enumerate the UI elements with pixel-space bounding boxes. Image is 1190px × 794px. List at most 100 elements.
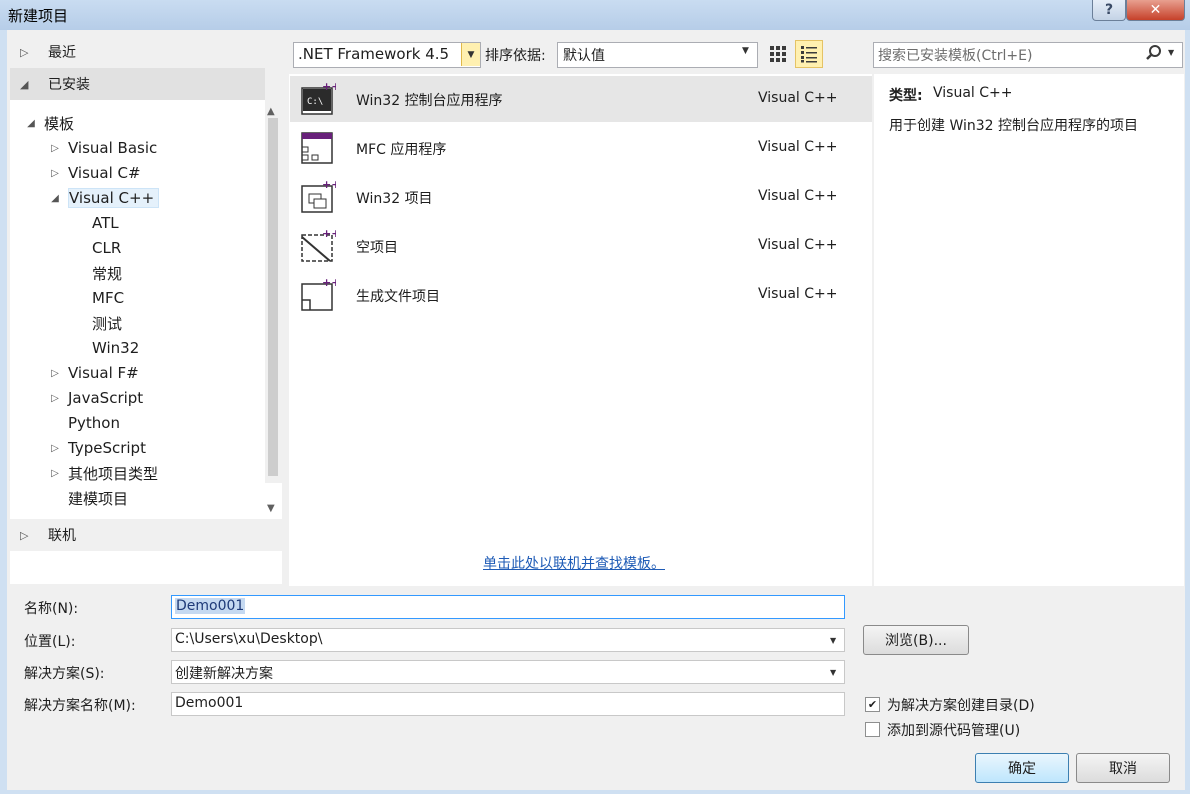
tree-node-label: 模板 bbox=[44, 114, 75, 133]
type-value: Visual C++ bbox=[933, 85, 1013, 101]
add-source-control-label: 添加到源代码管理(U) bbox=[887, 723, 1021, 739]
tree-node-label: TypeScript bbox=[68, 439, 146, 457]
tree-node-modeling-projects[interactable]: 建模项目 bbox=[68, 486, 128, 510]
solution-name-label: 解决方案名称(M): bbox=[24, 698, 136, 714]
list-view-icon bbox=[801, 46, 817, 63]
template-item[interactable]: ++ 生成文件项目 Visual C++ bbox=[290, 272, 872, 318]
create-directory-label: 为解决方案创建目录(D) bbox=[887, 698, 1035, 714]
title-bar bbox=[0, 0, 1190, 30]
search-options-arrow-icon[interactable]: ▼ bbox=[1168, 48, 1174, 57]
details-view-button[interactable] bbox=[795, 40, 823, 68]
window-title: 新建项目 bbox=[8, 7, 69, 25]
expand-arrow-icon: ▷ bbox=[51, 367, 59, 379]
ok-button[interactable]: 确定 bbox=[975, 753, 1069, 783]
name-label: 名称(N): bbox=[24, 601, 79, 617]
tree-node-other-project-types[interactable]: ▷ 其他项目类型 bbox=[48, 461, 158, 485]
solution-name-field[interactable] bbox=[171, 692, 845, 716]
name-value: Demo001 bbox=[175, 598, 246, 614]
expand-arrow-icon: ▷ bbox=[51, 467, 59, 479]
tree-node-general[interactable]: 常规 bbox=[92, 261, 122, 285]
template-language: Visual C++ bbox=[758, 188, 838, 204]
tree-node-label: 测试 bbox=[92, 314, 123, 333]
tree-node-label: Visual C++ bbox=[68, 188, 160, 208]
dropdown-arrow-icon[interactable]: ▼ bbox=[830, 668, 836, 677]
location-label: 位置(L): bbox=[24, 634, 76, 650]
template-item[interactable]: ++ 空项目 Visual C++ bbox=[290, 223, 872, 269]
framework-value: .NET Framework 4.5 bbox=[298, 45, 450, 63]
tree-node-test[interactable]: 测试 bbox=[92, 311, 122, 335]
find-templates-online-link[interactable]: 单击此处以联机并查找模板。 bbox=[483, 553, 665, 573]
template-item[interactable]: MFC 应用程序 Visual C++ bbox=[290, 125, 872, 171]
tree-node-win32[interactable]: Win32 bbox=[92, 336, 139, 360]
expand-arrow-icon: ▷ bbox=[51, 142, 59, 154]
tree-node-label: Win32 bbox=[92, 339, 140, 357]
scroll-up-icon[interactable]: ▲ bbox=[267, 106, 275, 117]
browse-button[interactable]: 浏览(B)... bbox=[863, 625, 969, 655]
tree-node-python[interactable]: Python bbox=[68, 411, 120, 435]
location-value: C:\Users\xu\Desktop\ bbox=[175, 631, 323, 647]
type-label: 类型: bbox=[889, 88, 923, 104]
help-button[interactable]: ? bbox=[1092, 0, 1126, 21]
tree-node-javascript[interactable]: ▷ JavaScript bbox=[48, 386, 143, 410]
expand-arrow-icon: ▷ bbox=[20, 528, 29, 542]
tree-node-label: 建模项目 bbox=[68, 489, 129, 508]
collapse-arrow-icon: ◢ bbox=[20, 77, 29, 91]
checkmark-icon: ✔ bbox=[867, 698, 878, 711]
dropdown-arrow-icon[interactable]: ▼ bbox=[461, 43, 480, 66]
tree-node-visual-cpp[interactable]: ◢ Visual C++ bbox=[48, 186, 160, 210]
search-icon[interactable] bbox=[1145, 44, 1163, 66]
scroll-down-icon[interactable]: ▼ bbox=[267, 503, 275, 514]
sort-value: 默认值 bbox=[563, 48, 605, 64]
expand-arrow-icon: ▷ bbox=[20, 45, 29, 59]
small-icons-view-button[interactable] bbox=[766, 42, 790, 66]
solution-label: 解决方案(S): bbox=[24, 666, 105, 682]
template-item[interactable]: ++ Win32 项目 Visual C++ bbox=[290, 174, 872, 220]
section-installed[interactable]: ◢ 已安装 bbox=[10, 68, 282, 100]
tree-node-typescript[interactable]: ▷ TypeScript bbox=[48, 436, 146, 460]
tree-node-templates[interactable]: ◢ 模板 bbox=[24, 111, 74, 135]
template-name: 空项目 bbox=[356, 240, 398, 256]
svg-text:C:\: C:\ bbox=[307, 97, 323, 107]
tree-node-label: ATL bbox=[92, 214, 119, 232]
tree-node-mfc[interactable]: MFC bbox=[92, 286, 124, 310]
svg-text:++: ++ bbox=[322, 229, 336, 240]
collapse-arrow-icon: ◢ bbox=[51, 192, 59, 204]
section-installed-label: 已安装 bbox=[48, 77, 90, 93]
tree-node-atl[interactable]: ATL bbox=[92, 211, 119, 235]
template-name: MFC 应用程序 bbox=[356, 142, 447, 158]
tree-node-visual-fsharp[interactable]: ▷ Visual F# bbox=[48, 361, 139, 385]
tree-node-label: Visual Basic bbox=[68, 139, 158, 157]
ok-button-label: 确定 bbox=[1008, 761, 1036, 777]
browse-button-label: 浏览(B)... bbox=[885, 633, 947, 649]
expand-arrow-icon: ▷ bbox=[51, 167, 59, 179]
empty-project-icon: ++ bbox=[300, 227, 340, 263]
template-description: 用于创建 Win32 控制台应用程序的项目 bbox=[889, 118, 1139, 134]
add-source-control-checkbox[interactable] bbox=[865, 722, 880, 737]
close-button[interactable]: ✕ bbox=[1126, 0, 1185, 21]
grid-view-icon bbox=[770, 46, 786, 62]
solution-value: 创建新解决方案 bbox=[175, 666, 273, 682]
section-online[interactable]: ▷ 联机 bbox=[10, 519, 282, 551]
tree-node-clr[interactable]: CLR bbox=[92, 236, 121, 260]
dropdown-arrow-icon[interactable]: ▼ bbox=[830, 636, 836, 645]
console-app-icon: C:\ ++ bbox=[300, 80, 340, 116]
dropdown-arrow-icon[interactable]: ▼ bbox=[742, 46, 749, 56]
solution-name-value: Demo001 bbox=[175, 695, 244, 711]
cancel-button[interactable]: 取消 bbox=[1076, 753, 1170, 783]
section-online-label: 联机 bbox=[48, 528, 76, 544]
template-category-pane: ▷ 最近 ◢ 已安装 ◢ 模板 ▷ Visual Basic ▷ Visual … bbox=[10, 36, 282, 584]
template-name: Win32 控制台应用程序 bbox=[356, 93, 503, 109]
makefile-project-icon: ++ bbox=[300, 276, 340, 312]
close-icon: ✕ bbox=[1149, 2, 1162, 18]
tree-scrollbar-thumb[interactable] bbox=[268, 118, 278, 476]
tree-node-visual-csharp[interactable]: ▷ Visual C# bbox=[48, 161, 140, 185]
section-recent-label: 最近 bbox=[48, 45, 76, 61]
section-recent[interactable]: ▷ 最近 bbox=[10, 36, 282, 68]
tree-node-label: JavaScript bbox=[68, 389, 144, 407]
tree-node-label: 其他项目类型 bbox=[68, 464, 159, 483]
help-icon: ? bbox=[1104, 2, 1114, 18]
template-item[interactable]: C:\ ++ Win32 控制台应用程序 Visual C++ bbox=[290, 76, 872, 122]
tree-node-visual-basic[interactable]: ▷ Visual Basic bbox=[48, 136, 157, 160]
create-directory-checkbox[interactable]: ✔ bbox=[865, 697, 880, 712]
name-field[interactable] bbox=[171, 595, 845, 619]
